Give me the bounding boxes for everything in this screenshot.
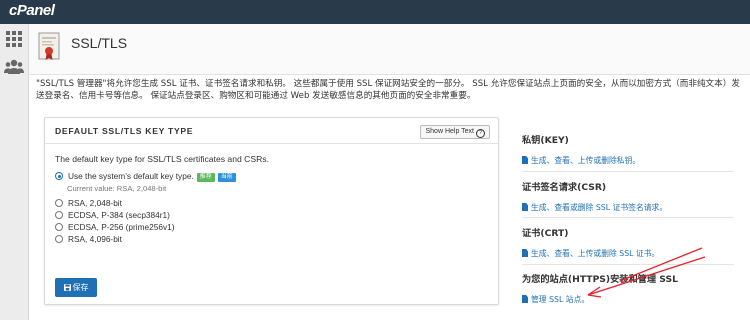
page-header: SSL/TLS — [29, 24, 750, 75]
option-label: ECDSA, P-256 (prime256v1) — [68, 222, 175, 232]
save-button[interactable]: 保存 — [55, 278, 97, 297]
default-key-type-panel: DEFAULT SSL/TLS KEY TYPE Show Help Text?… — [44, 117, 499, 305]
floppy-disk-icon — [63, 284, 71, 291]
option-label: ECDSA, P-384 (secp384r1) — [68, 210, 170, 220]
document-icon — [522, 249, 528, 257]
show-help-text-button[interactable]: Show Help Text? — [420, 125, 490, 139]
certificate-icon — [38, 32, 60, 60]
annotation-arrow — [587, 247, 706, 298]
current-badge: 当前 — [217, 173, 236, 182]
option-ecdsa-p256[interactable]: ECDSA, P-256 (prime256v1) — [55, 222, 175, 232]
option-ecdsa-p384[interactable]: ECDSA, P-384 (secp384r1) — [55, 210, 170, 220]
option-label: Use the system’s default key type. — [68, 171, 194, 181]
radio-button[interactable] — [55, 235, 63, 243]
question-icon: ? — [476, 129, 485, 138]
sidebar — [0, 24, 29, 320]
option-rsa-4096[interactable]: RSA, 4,096-bit — [55, 234, 122, 244]
divider — [522, 217, 734, 218]
top-bar: cPanel — [0, 0, 750, 24]
radio-button[interactable] — [55, 211, 63, 219]
panel-intro-text: The default key type for SSL/TLS certifi… — [55, 154, 269, 164]
users-icon[interactable] — [4, 58, 24, 76]
radio-button[interactable] — [55, 199, 63, 207]
help-button-label: Show Help Text — [425, 128, 474, 135]
document-icon — [522, 156, 528, 164]
page-title: SSL/TLS — [71, 35, 128, 51]
radio-button-checked[interactable] — [55, 172, 63, 180]
recommended-badge: 推荐 — [196, 173, 215, 182]
current-value-text: Current value: RSA, 2,048-bit — [67, 184, 167, 193]
link-manage-csrs[interactable]: 生成、查看或删除 SSL 证书签名请求。 — [522, 202, 667, 213]
option-label: RSA, 2,048-bit — [68, 198, 122, 208]
divider — [522, 171, 734, 172]
document-icon — [522, 295, 528, 303]
link-label: 生成、查看、上传或删除私钥。 — [531, 156, 641, 165]
save-button-label: 保存 — [72, 283, 89, 292]
link-manage-private-keys[interactable]: 生成、查看、上传或删除私钥。 — [522, 155, 640, 166]
option-label: RSA, 4,096-bit — [68, 234, 122, 244]
option-rsa-2048[interactable]: RSA, 2,048-bit — [55, 198, 122, 208]
link-label: 生成、查看或删除 SSL 证书签名请求。 — [531, 203, 668, 212]
option-system-default[interactable]: Use the system’s default key type. 推荐 当前 — [55, 171, 236, 182]
section-heading-crt: 证书(CRT) — [522, 228, 569, 239]
radio-button[interactable] — [55, 223, 63, 231]
panel-title: DEFAULT SSL/TLS KEY TYPE — [55, 126, 194, 136]
panel-header: DEFAULT SSL/TLS KEY TYPE Show Help Text? — [45, 118, 498, 144]
cpanel-logo[interactable]: cPanel — [9, 2, 55, 19]
section-heading-private-key: 私钥(KEY) — [522, 135, 569, 146]
document-icon — [522, 203, 528, 211]
section-heading-csr: 证书签名请求(CSR) — [522, 182, 607, 193]
page-description: "SSL/TLS 管理器"将允许您生成 SSL 证书、证书签名请求和私钥。 这些… — [36, 79, 740, 101]
grid-icon[interactable] — [5, 30, 23, 48]
